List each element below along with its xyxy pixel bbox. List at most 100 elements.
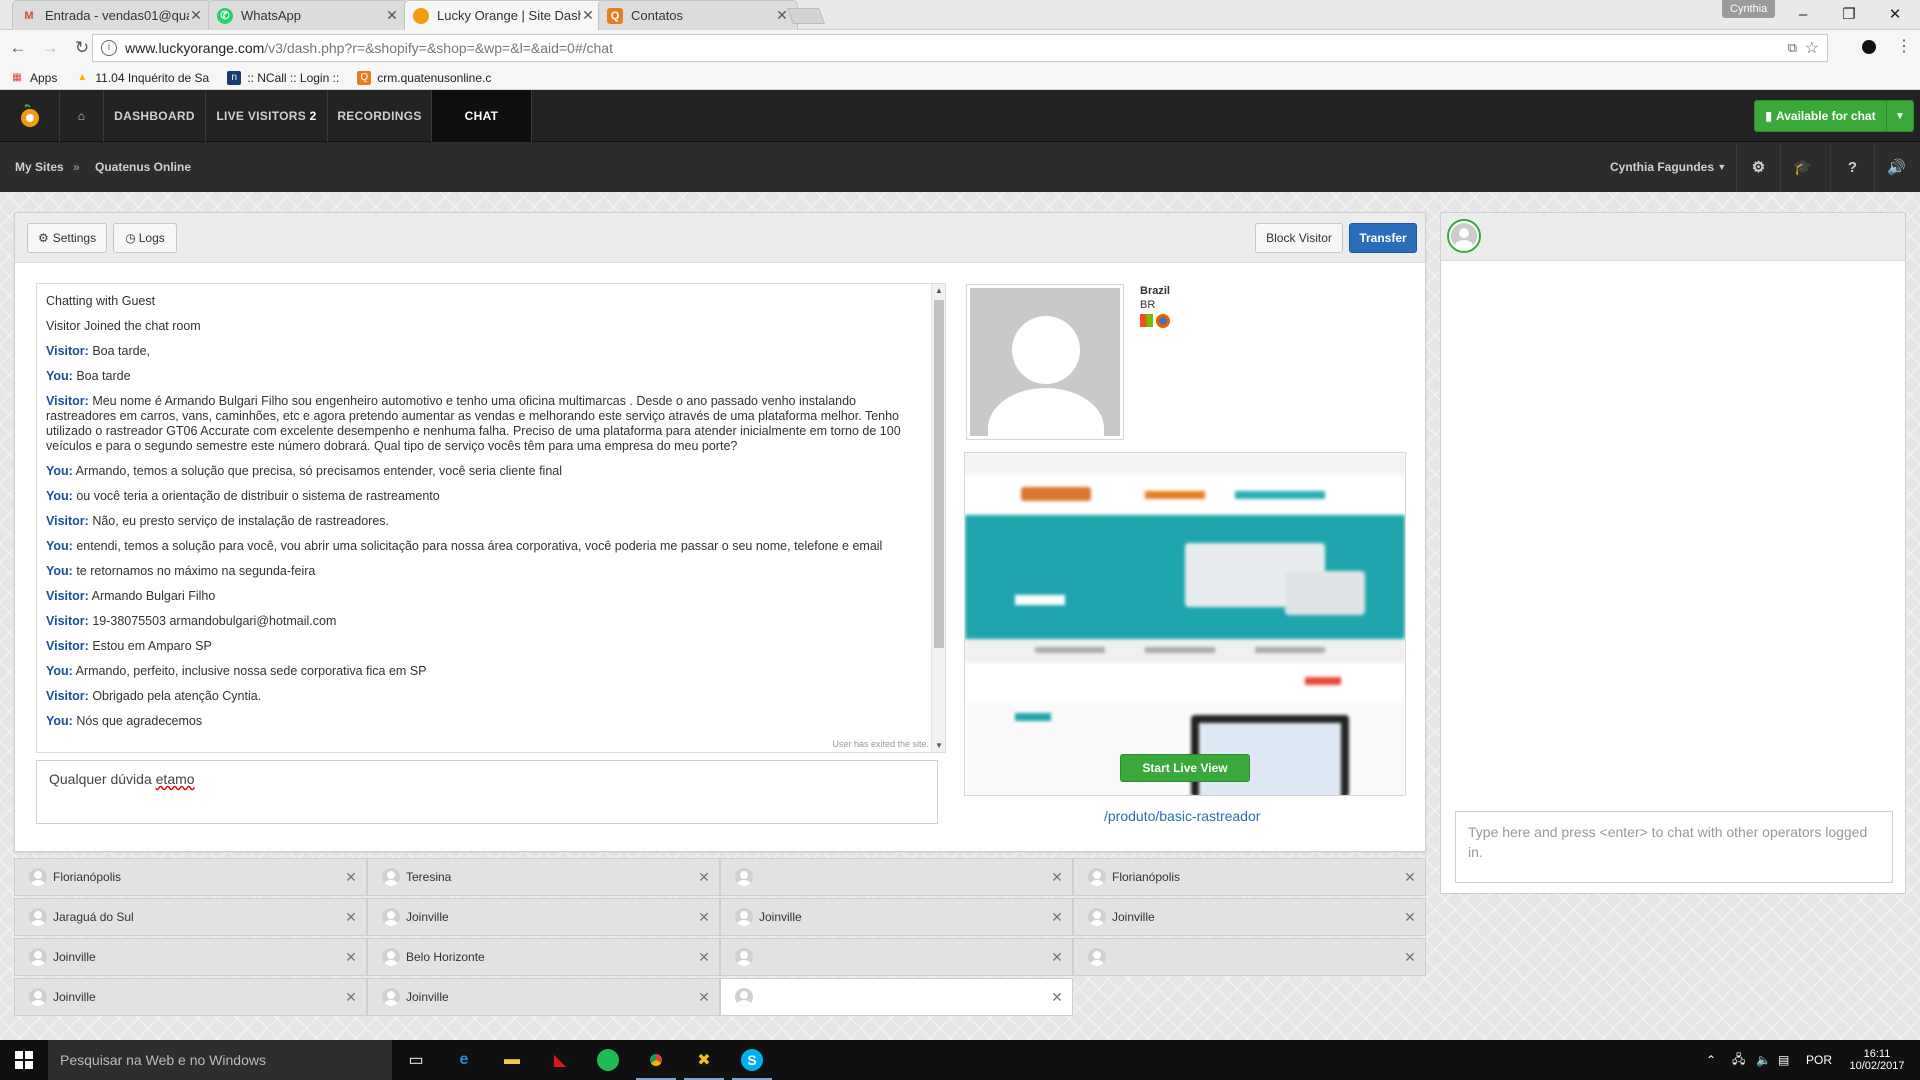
star-icon[interactable]: ☆ bbox=[1805, 38, 1819, 58]
close-icon[interactable]: ✕ bbox=[689, 869, 719, 886]
task-view-icon[interactable]: ▭ bbox=[392, 1040, 440, 1080]
language-indicator[interactable]: POR bbox=[1806, 1040, 1832, 1080]
user-menu[interactable]: Cynthia Fagundes ▼ bbox=[1610, 142, 1726, 192]
graduation-cap-icon[interactable]: 🎓 bbox=[1780, 142, 1824, 192]
restore-icon[interactable]: ❐ bbox=[1826, 0, 1872, 28]
bookmark-ncall[interactable]: n:: NCall :: Login :: bbox=[227, 70, 339, 85]
visitor-tile[interactable]: Florianópolis ✕ bbox=[14, 858, 367, 896]
close-icon[interactable]: ✕ bbox=[1042, 869, 1072, 886]
bookmark-apps[interactable]: ▦ Apps bbox=[10, 71, 57, 85]
close-icon[interactable]: ✕ bbox=[1395, 949, 1425, 966]
tab-whatsapp[interactable]: ✆ WhatsApp ✕ bbox=[208, 0, 408, 30]
visitor-tile[interactable]: Joinville ✕ bbox=[720, 898, 1073, 936]
app-icon[interactable]: ✖ bbox=[680, 1040, 728, 1080]
close-icon[interactable]: ✕ bbox=[689, 909, 719, 926]
notification-icon[interactable]: ▤ bbox=[1778, 1040, 1789, 1080]
breadcrumb-site[interactable]: Quatenus Online bbox=[95, 142, 191, 192]
close-window-icon[interactable]: ✕ bbox=[1872, 0, 1918, 28]
close-icon[interactable]: ✕ bbox=[336, 989, 366, 1006]
chat-composer[interactable]: Qualquer dúvida etamo bbox=[36, 760, 938, 824]
nav-live-visitors[interactable]: LIVE VISITORS 2 bbox=[206, 90, 328, 142]
forward-icon[interactable]: → bbox=[36, 34, 64, 62]
menu-icon[interactable]: ⋮ bbox=[1896, 36, 1912, 56]
visitor-tile[interactable]: Joinville ✕ bbox=[367, 898, 720, 936]
minimize-icon[interactable]: – bbox=[1780, 0, 1826, 28]
tab-lucky-orange[interactable]: Lucky Orange | Site Dash ✕ bbox=[404, 0, 604, 30]
bookmark-crm[interactable]: Qcrm.quatenusonline.c bbox=[357, 70, 491, 85]
chat-log[interactable]: Chatting with Guest Visitor Joined the ch… bbox=[36, 283, 946, 753]
nav-chat[interactable]: CHAT bbox=[432, 90, 532, 142]
close-icon[interactable]: ✕ bbox=[689, 949, 719, 966]
close-icon[interactable]: ✕ bbox=[581, 7, 595, 24]
chevron-down-icon[interactable]: ▼ bbox=[1887, 111, 1913, 122]
visitor-tile[interactable]: ✕ bbox=[720, 978, 1073, 1016]
start-live-view-button[interactable]: Start Live View bbox=[1120, 754, 1250, 782]
transfer-button[interactable]: Transfer bbox=[1349, 223, 1417, 253]
close-icon[interactable]: ✕ bbox=[1042, 909, 1072, 926]
profile-badge[interactable]: Cynthia bbox=[1722, 0, 1776, 18]
close-icon[interactable]: ✕ bbox=[1395, 869, 1425, 886]
close-icon[interactable]: ✕ bbox=[189, 7, 203, 24]
logs-button[interactable]: ◷ Logs bbox=[113, 223, 177, 253]
tab-gmail[interactable]: M Entrada - vendas01@qua ✕ bbox=[12, 0, 212, 30]
visitor-tile[interactable]: Jaraguá do Sul ✕ bbox=[14, 898, 367, 936]
help-icon[interactable]: ? bbox=[1830, 142, 1874, 192]
nav-recordings[interactable]: RECORDINGS bbox=[328, 90, 432, 142]
visitor-tile[interactable]: ✕ bbox=[720, 938, 1073, 976]
operator-avatar[interactable] bbox=[1447, 219, 1481, 253]
spotify-icon[interactable] bbox=[584, 1040, 632, 1080]
new-tab-button[interactable] bbox=[787, 8, 825, 24]
close-icon[interactable]: ✕ bbox=[689, 989, 719, 1006]
visitor-tile[interactable]: Joinville ✕ bbox=[14, 978, 367, 1016]
settings-button[interactable]: ⚙ Settings bbox=[27, 223, 107, 253]
clock[interactable]: 16:11 10/02/2017 bbox=[1840, 1040, 1914, 1080]
available-for-chat-button[interactable]: ▮ Available for chat ▼ bbox=[1754, 100, 1914, 132]
back-icon[interactable]: ← bbox=[4, 34, 32, 62]
bookmark-drive[interactable]: ▲ 11.04 Inquérito de Sa bbox=[75, 71, 209, 85]
taskbar-search[interactable]: Pesquisar na Web e no Windows bbox=[48, 1040, 392, 1080]
chrome-icon[interactable] bbox=[632, 1040, 680, 1080]
close-icon[interactable]: ✕ bbox=[336, 909, 366, 926]
windows-start-icon[interactable] bbox=[0, 1040, 48, 1080]
scroll-thumb[interactable] bbox=[934, 300, 944, 648]
close-icon[interactable]: ✕ bbox=[1042, 989, 1072, 1006]
visitor-tile[interactable]: Teresina ✕ bbox=[367, 858, 720, 896]
block-visitor-button[interactable]: Block Visitor bbox=[1255, 223, 1343, 253]
extension-icon[interactable] bbox=[1862, 40, 1876, 54]
home-icon[interactable]: ⌂ bbox=[60, 90, 104, 142]
speaker-icon[interactable]: 🔊 bbox=[1874, 142, 1918, 192]
file-explorer-icon[interactable]: ▬ bbox=[488, 1040, 536, 1080]
visitor-tile[interactable]: Joinville ✕ bbox=[367, 978, 720, 1016]
visitor-tile[interactable]: Joinville ✕ bbox=[1073, 898, 1426, 936]
nav-dashboard[interactable]: DASHBOARD bbox=[104, 90, 206, 142]
network-icon[interactable]: 🖧 bbox=[1732, 1040, 1745, 1080]
acrobat-icon[interactable]: ◣ bbox=[536, 1040, 584, 1080]
scroll-down-icon[interactable]: ▼ bbox=[932, 741, 945, 750]
edge-icon[interactable]: e bbox=[440, 1040, 488, 1080]
close-icon[interactable]: ✕ bbox=[336, 949, 366, 966]
scrollbar[interactable]: ▲ ▼ bbox=[931, 284, 945, 752]
info-icon[interactable]: i bbox=[101, 40, 117, 56]
gear-icon[interactable]: ⚙ bbox=[1736, 142, 1780, 192]
operator-chat-input[interactable]: Type here and press <enter> to chat with… bbox=[1455, 811, 1893, 883]
visitor-tile[interactable]: Joinville ✕ bbox=[14, 938, 367, 976]
close-icon[interactable]: ✕ bbox=[1395, 909, 1425, 926]
lucky-orange-logo[interactable] bbox=[0, 90, 60, 142]
url-field[interactable]: i www.luckyorange.com/v3/dash.php?r=&sho… bbox=[92, 34, 1828, 62]
scroll-up-icon[interactable]: ▲ bbox=[932, 286, 945, 295]
visitor-tile[interactable]: ✕ bbox=[1073, 938, 1426, 976]
tray-chevron-icon[interactable]: ⌃ bbox=[1706, 1040, 1716, 1080]
volume-icon[interactable]: 🔈 bbox=[1756, 1040, 1771, 1080]
tab-contatos[interactable]: Q Contatos ✕ bbox=[598, 0, 798, 30]
visitor-tile[interactable]: Belo Horizonte ✕ bbox=[367, 938, 720, 976]
translate-icon[interactable]: ⧉ bbox=[1788, 40, 1797, 56]
visitor-tile[interactable]: ✕ bbox=[720, 858, 1073, 896]
visitor-tile[interactable]: Florianópolis ✕ bbox=[1073, 858, 1426, 896]
close-icon[interactable]: ✕ bbox=[336, 869, 366, 886]
skype-icon[interactable]: S bbox=[728, 1040, 776, 1080]
breadcrumb-my-sites[interactable]: My Sites bbox=[15, 142, 64, 192]
close-icon[interactable]: ✕ bbox=[1042, 949, 1072, 966]
current-page-link[interactable]: /produto/basic-rastreador bbox=[1104, 808, 1260, 824]
close-icon[interactable]: ✕ bbox=[385, 7, 399, 24]
chat-message: Visitor Joined the chat room bbox=[46, 319, 909, 334]
